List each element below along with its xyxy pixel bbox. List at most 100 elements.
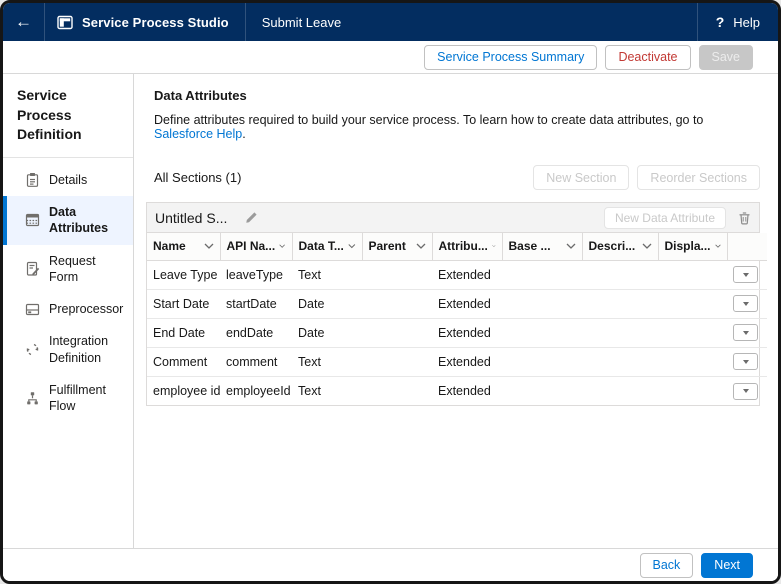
app-brand: Service Process Studio (45, 3, 246, 41)
flow-icon (25, 391, 40, 406)
cell-attribute: Extended (432, 347, 502, 377)
new-data-attribute-button[interactable]: New Data Attribute (603, 206, 726, 229)
table-row: employee id employeeId Text Extended (147, 376, 767, 405)
top-navbar: ← Service Process Studio Submit Leave ? … (3, 3, 778, 41)
chevron-down-icon (566, 243, 575, 250)
sidebar-item-label: Integration Definition (49, 334, 109, 365)
integration-icon (25, 342, 40, 357)
column-header-api-name[interactable]: API Na... (220, 233, 293, 261)
wizard-footer: Back Next (3, 548, 778, 581)
row-actions-menu-button[interactable] (733, 382, 758, 400)
service-process-summary-button[interactable]: Service Process Summary (424, 44, 598, 70)
cell-data-type: Text (292, 347, 362, 377)
form-icon (25, 261, 40, 277)
chevron-down-icon (714, 244, 721, 248)
cell-display (658, 376, 727, 405)
cell-description (582, 376, 658, 405)
cell-name: End Date (147, 318, 220, 348)
cell-parent (362, 260, 432, 290)
page-description: Define attributes required to build your… (146, 113, 760, 141)
row-actions-menu-button[interactable] (733, 266, 758, 284)
chevron-down-icon (416, 243, 425, 250)
help-menu[interactable]: ? Help (696, 3, 778, 41)
column-header-description[interactable]: Descri... (582, 233, 659, 261)
page-title: Data Attributes (154, 88, 247, 103)
sidebar-title: Service Process Definition (17, 87, 82, 143)
cell-api-name: comment (220, 347, 292, 377)
cell-api-name: leaveType (220, 260, 292, 290)
table-icon (25, 213, 40, 227)
cell-description (582, 318, 658, 348)
back-button[interactable]: ← (3, 3, 45, 41)
cell-base (502, 260, 582, 290)
cell-attribute: Extended (438, 383, 491, 398)
cell-data-type: Text (298, 383, 321, 398)
table-header-row: Name API Na... Data T... Parent Attribu.… (147, 233, 767, 261)
new-section-button[interactable]: New Section (533, 165, 630, 190)
caret-down-icon (742, 359, 749, 364)
cell-attribute: Extended (432, 289, 502, 319)
cell-actions (727, 260, 767, 290)
cell-api-name: endDate (220, 318, 292, 348)
row-actions-menu-button[interactable] (733, 353, 758, 371)
column-header-base[interactable]: Base ... (502, 233, 583, 261)
cell-name: employee id (153, 383, 220, 398)
sidebar: Service Process Definition Details Data … (3, 74, 134, 548)
record-tab-submit-leave[interactable]: Submit Leave (246, 3, 358, 41)
deactivate-button[interactable]: Deactivate (605, 44, 691, 70)
column-header-name[interactable]: Name (147, 233, 221, 261)
cell-api-name: startDate (220, 289, 292, 319)
sidebar-item-fulfillment-flow[interactable]: Fulfillment Flow (3, 374, 133, 423)
app-window: ← Service Process Studio Submit Leave ? … (0, 0, 781, 584)
cell-description (582, 260, 658, 290)
chevron-down-icon (204, 243, 213, 250)
sidebar-item-label: Fulfillment Flow (49, 382, 106, 414)
sidebar-item-label: Data Attributes (49, 205, 109, 236)
cell-parent (362, 347, 432, 377)
section-title: Untitled S... (155, 209, 228, 226)
cell-actions (727, 376, 767, 405)
salesforce-help-link[interactable]: Salesforce Help (154, 127, 242, 141)
next-step-button[interactable]: Next (701, 552, 753, 578)
caret-down-icon (742, 301, 749, 306)
caret-down-icon (742, 389, 749, 393)
sidebar-item-data-attributes[interactable]: Data Attributes (3, 196, 133, 245)
clipboard-icon (25, 172, 40, 188)
edit-pencil-icon[interactable] (245, 211, 258, 224)
sidebar-item-details[interactable]: Details (3, 164, 133, 196)
table-row: Leave Type leaveType Text Extended (147, 260, 767, 290)
cell-name: Start Date (147, 289, 220, 319)
sidebar-item-integration-definition[interactable]: Integration Definition (3, 325, 133, 374)
trash-icon[interactable] (738, 211, 751, 225)
cell-base (502, 318, 582, 348)
caret-down-icon (742, 272, 749, 277)
cell-actions (727, 347, 767, 377)
sidebar-nav: Details Data Attributes Request Form Pre… (3, 158, 133, 423)
back-step-button[interactable]: Back (639, 552, 694, 578)
column-header-display[interactable]: Displa... (658, 233, 728, 261)
chevron-down-icon (642, 243, 651, 250)
row-actions-menu-button[interactable] (733, 324, 758, 342)
section-actions: New Data Attribute (603, 206, 751, 229)
column-header-data-type[interactable]: Data T... (292, 233, 363, 261)
row-actions-menu-button[interactable] (733, 295, 758, 313)
table-row: Start Date startDate Date Extended (147, 289, 767, 319)
column-header-actions (727, 233, 767, 261)
sidebar-item-request-form[interactable]: Request Form (3, 245, 133, 294)
save-button[interactable]: Save (698, 44, 753, 70)
cell-actions (727, 289, 767, 319)
cell-base (502, 289, 582, 319)
action-toolbar: Service Process Summary Deactivate Save (3, 41, 778, 74)
preprocessor-icon (25, 303, 40, 316)
caret-down-icon (742, 330, 749, 335)
sidebar-item-preprocessor[interactable]: Preprocessor (3, 293, 133, 325)
column-header-attribute[interactable]: Attribu... (432, 233, 503, 261)
cell-display (658, 318, 727, 348)
column-header-parent[interactable]: Parent (362, 233, 433, 261)
cell-parent (362, 289, 432, 319)
cell-parent (362, 376, 432, 405)
help-label: Help (733, 14, 760, 30)
all-sections-label: All Sections (1) (154, 170, 242, 185)
cell-attribute: Extended (432, 260, 502, 290)
reorder-sections-button[interactable]: Reorder Sections (637, 165, 760, 190)
